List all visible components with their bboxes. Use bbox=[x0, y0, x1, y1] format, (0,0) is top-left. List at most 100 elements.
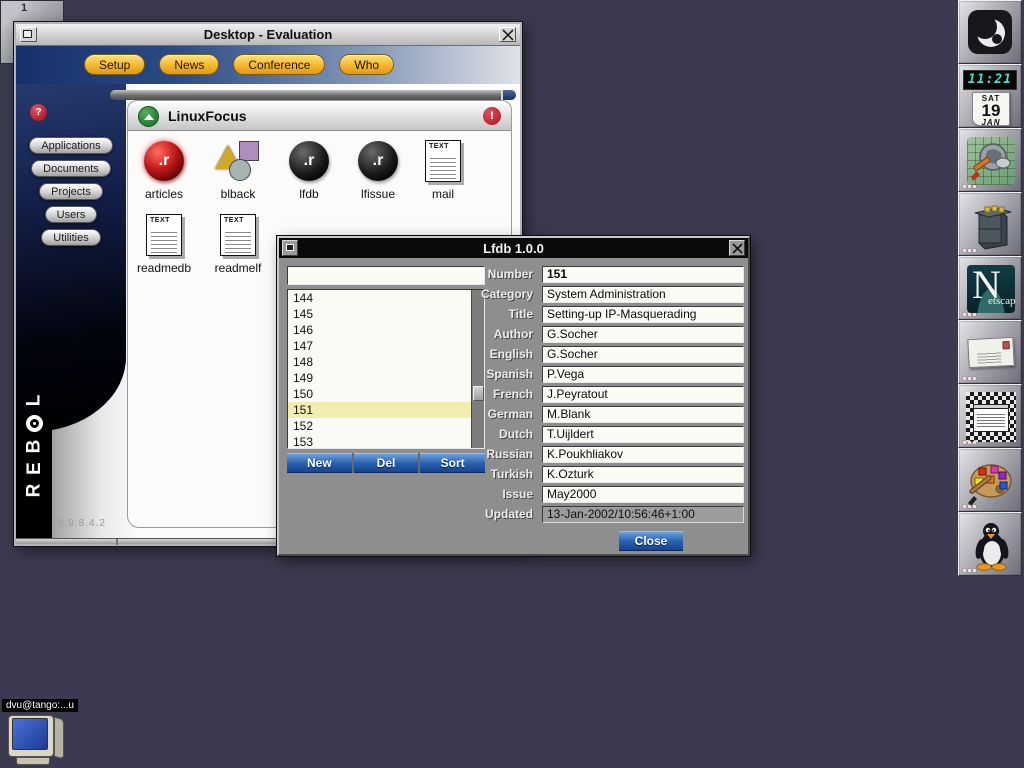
netscape-wordmark: etscape bbox=[988, 295, 1015, 307]
collapse-arrow-icon[interactable] bbox=[138, 106, 159, 127]
field-value-turkish[interactable]: K.Ozturk bbox=[542, 466, 744, 483]
paint-palette-icon bbox=[967, 455, 1015, 507]
dock-tile-palette[interactable] bbox=[958, 448, 1022, 512]
text-document-icon: TEXT bbox=[220, 214, 256, 256]
dock-tile-file-cabinet[interactable] bbox=[958, 192, 1022, 256]
dock-tile-xmessage[interactable] bbox=[958, 384, 1022, 448]
sidebar-item-utilities[interactable]: Utilities bbox=[41, 229, 100, 246]
rebol-ball-icon: .r bbox=[289, 141, 329, 181]
panel-title: LinuxFocus bbox=[168, 108, 247, 124]
field-label-russian: Russian bbox=[443, 446, 533, 463]
close-icon bbox=[502, 29, 514, 41]
rebol-logo: L B E R bbox=[16, 390, 52, 501]
new-button[interactable]: New bbox=[287, 453, 352, 473]
news-button[interactable]: News bbox=[159, 54, 219, 75]
alert-icon[interactable]: ! bbox=[483, 107, 501, 125]
windowmaker-logo-icon bbox=[968, 10, 1012, 54]
close-form-button[interactable]: Close bbox=[619, 531, 683, 551]
tube-cap bbox=[501, 90, 516, 100]
desktop-icon-readmelf[interactable]: TEXT readmelf bbox=[206, 211, 270, 275]
draw-app-icon bbox=[967, 137, 1015, 185]
field-value-russian[interactable]: K.Poukhliakov bbox=[542, 446, 744, 463]
sidebar-item-projects[interactable]: Projects bbox=[39, 183, 103, 200]
rebol-o-icon bbox=[26, 415, 43, 432]
running-indicator bbox=[963, 441, 976, 444]
dock: 11:21 SAT 19 JAN bbox=[958, 0, 1022, 576]
field-value-issue[interactable]: May2000 bbox=[542, 486, 744, 503]
icon-label: lfissue bbox=[346, 187, 410, 201]
field-label-german: German bbox=[443, 406, 533, 423]
running-indicator bbox=[963, 505, 976, 508]
dock-tile-mail[interactable] bbox=[958, 320, 1022, 384]
dock-tile-draw-app[interactable] bbox=[958, 128, 1022, 192]
dock-tile-tux[interactable] bbox=[958, 512, 1022, 576]
field-value-spanish[interactable]: P.Vega bbox=[542, 366, 744, 383]
icon-label: mail bbox=[411, 187, 475, 201]
del-button[interactable]: Del bbox=[354, 453, 419, 473]
icon-label: readmedb bbox=[132, 261, 196, 275]
top-tube-bar bbox=[110, 90, 516, 100]
field-value-title[interactable]: Setting-up IP-Masquerading bbox=[542, 306, 744, 323]
desktop-icon-lfissue[interactable]: .r lfissue bbox=[346, 137, 410, 201]
running-indicator bbox=[963, 569, 976, 572]
field-value-french[interactable]: J.Peyratout bbox=[542, 386, 744, 403]
sidebar-item-users[interactable]: Users bbox=[45, 206, 98, 223]
dock-tile-clock[interactable]: 11:21 SAT 19 JAN bbox=[958, 64, 1022, 128]
sidebar-item-applications[interactable]: Applications bbox=[29, 137, 112, 154]
help-button[interactable]: ? bbox=[30, 104, 47, 121]
netscape-icon: N etscape bbox=[967, 265, 1015, 313]
stamp-icon bbox=[1002, 341, 1009, 349]
field-value-dutch[interactable]: T.Uijldert bbox=[542, 426, 744, 443]
file-cabinet-icon bbox=[967, 199, 1015, 251]
calendar-month: JAN bbox=[973, 119, 1009, 127]
close-icon bbox=[732, 243, 743, 254]
shapes-icon bbox=[215, 139, 261, 183]
field-value-number[interactable]: 151 bbox=[542, 266, 744, 283]
rebol-red-ball-icon: .r bbox=[144, 141, 184, 181]
icon-label: blback bbox=[206, 187, 270, 201]
icon-label: articles bbox=[132, 187, 196, 201]
field-value-category[interactable]: System Administration bbox=[542, 286, 744, 303]
dock-tile-netscape[interactable]: N etscape bbox=[958, 256, 1022, 320]
calendar-icon: SAT 19 JAN bbox=[972, 92, 1010, 126]
who-button[interactable]: Who bbox=[339, 54, 394, 75]
desktop-icon-readmedb[interactable]: TEXT readmedb bbox=[132, 211, 196, 275]
icon-label: lfdb bbox=[277, 187, 341, 201]
titlebar[interactable]: Lfdb 1.0.0 bbox=[279, 238, 748, 258]
running-indicator bbox=[963, 377, 976, 380]
field-value-english[interactable]: G.Socher bbox=[542, 346, 744, 363]
top-banner: Setup News Conference Who bbox=[16, 46, 520, 84]
field-label-spanish: Spanish bbox=[443, 366, 533, 383]
field-value-author[interactable]: G.Socher bbox=[542, 326, 744, 343]
field-label-french: French bbox=[443, 386, 533, 403]
titlebar[interactable]: Desktop - Evaluation bbox=[16, 24, 520, 46]
field-label-category: Category bbox=[443, 286, 533, 303]
window-title: Desktop - Evaluation bbox=[16, 27, 520, 42]
desktop-icon-lfdb[interactable]: .r lfdb bbox=[277, 137, 341, 201]
field-value-german[interactable]: M.Blank bbox=[542, 406, 744, 423]
field-label-title: Title bbox=[443, 306, 533, 323]
monitor-icon bbox=[6, 713, 68, 767]
field-label-author: Author bbox=[443, 326, 533, 343]
field-label-english: English bbox=[443, 346, 533, 363]
close-button[interactable] bbox=[729, 240, 745, 256]
dock-tile-windowmaker[interactable] bbox=[958, 0, 1022, 64]
field-value-updated: 13-Jan-2002/10:56:46+1:00 bbox=[542, 506, 744, 523]
field-label-turkish: Turkish bbox=[443, 466, 533, 483]
rebol-letter: L bbox=[23, 395, 44, 407]
running-indicator bbox=[963, 185, 976, 188]
panel-header[interactable]: LinuxFocus ! bbox=[128, 101, 511, 131]
conference-button[interactable]: Conference bbox=[233, 54, 325, 75]
message-window-icon bbox=[973, 404, 1009, 432]
setup-button[interactable]: Setup bbox=[84, 54, 145, 75]
envelope-icon bbox=[967, 337, 1014, 368]
rebol-letter: R bbox=[23, 484, 44, 498]
desktop-icon-blback[interactable]: blback bbox=[206, 137, 270, 201]
icon-label: readmelf bbox=[206, 261, 270, 275]
desktop-icon-mail[interactable]: TEXT mail bbox=[411, 137, 475, 201]
close-button[interactable] bbox=[499, 27, 516, 42]
desktop-icon-articles[interactable]: .r articles bbox=[132, 137, 196, 201]
calendar-date: 19 bbox=[973, 103, 1009, 119]
digital-clock: 11:21 bbox=[963, 70, 1017, 90]
sidebar-item-documents[interactable]: Documents bbox=[31, 160, 111, 177]
